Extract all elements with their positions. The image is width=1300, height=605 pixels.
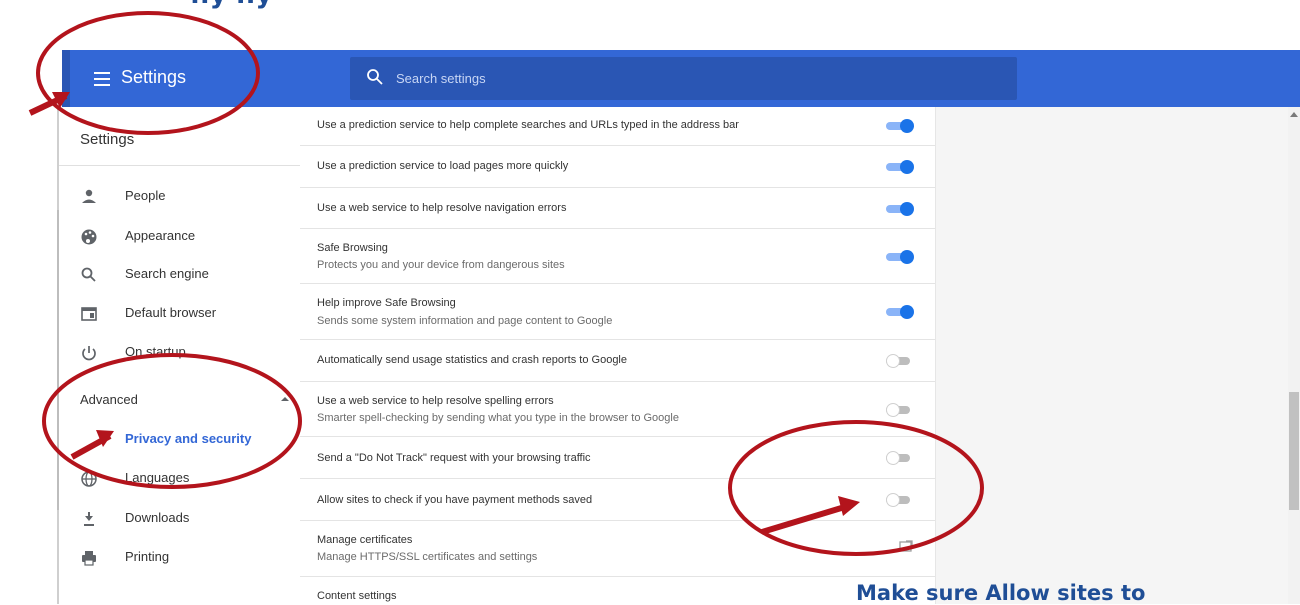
setting-row[interactable]: Use a web service to help resolve naviga… [300, 188, 935, 229]
toggle-switch[interactable] [886, 119, 914, 133]
setting-row[interactable]: Send a "Do Not Track" request with your … [300, 437, 935, 479]
setting-title: Send a "Do Not Track" request with your … [317, 452, 591, 464]
search-icon [367, 69, 383, 85]
toggle-switch[interactable] [886, 451, 914, 465]
setting-description: Smarter spell-checking by sending what y… [317, 412, 679, 424]
hamburger-menu-icon[interactable] [94, 72, 110, 86]
sidebar-left-border-shade [57, 210, 59, 510]
sidebar-item-label: On startup [125, 344, 186, 359]
sidebar-item-label: Languages [125, 470, 190, 485]
setting-description: Protects you and your device from danger… [317, 259, 565, 271]
setting-title: Use a prediction service to load pages m… [317, 160, 569, 172]
toggle-switch[interactable] [886, 202, 914, 216]
sidebar-item-people[interactable]: People [80, 185, 295, 209]
sidebar-item-on-startup[interactable]: On startup [80, 341, 295, 365]
annotation-note: Make sure Allow sites to [856, 581, 1146, 605]
search-icon [81, 267, 96, 282]
setting-title: Manage certificates [317, 534, 413, 546]
sidebar-item-label: Printing [125, 549, 170, 564]
sidebar-item-label: Downloads [125, 510, 190, 525]
sidebar-item-label: People [125, 188, 166, 203]
cropped-instruction-text: ..y ..y [190, 0, 272, 10]
sidebar-item-label: Search engine [125, 266, 209, 281]
toggle-switch[interactable] [886, 250, 914, 264]
sidebar-divider [59, 165, 300, 166]
setting-row[interactable]: Help improve Safe Browsing Sends some sy… [300, 284, 935, 340]
setting-title: Use a web service to help resolve spelli… [317, 395, 554, 407]
sidebar-item-search-engine[interactable]: Search engine [80, 263, 295, 287]
sidebar-title: Settings [80, 131, 135, 148]
setting-title: Use a prediction service to help complet… [317, 119, 739, 131]
setting-title: Help improve Safe Browsing [317, 297, 456, 309]
setting-title: Content settings [317, 590, 397, 602]
setting-title: Safe Browsing [317, 242, 388, 254]
toggle-switch[interactable] [886, 403, 914, 417]
download-icon [84, 512, 94, 526]
sidebar-item-printing[interactable]: Printing [80, 546, 295, 570]
scrollbar-thumb[interactable] [1289, 392, 1299, 510]
caret-up-icon[interactable] [281, 395, 289, 403]
setting-row[interactable]: Use a web service to help resolve spelli… [300, 382, 935, 437]
page-background [936, 107, 1288, 604]
setting-row[interactable]: Allow sites to check if you have payment… [300, 479, 935, 521]
browser-window-icon [81, 307, 97, 321]
setting-description: Manage HTTPS/SSL certificates and settin… [317, 551, 538, 563]
setting-description: Sends some system information and page c… [317, 315, 613, 327]
sidebar-item-label: Default browser [125, 305, 217, 320]
toggle-switch[interactable] [886, 305, 914, 319]
header-edge [62, 50, 70, 107]
scroll-up-arrow-icon[interactable] [1290, 111, 1298, 117]
sidebar-advanced-section[interactable]: Advanced [80, 392, 138, 407]
setting-row[interactable]: Use a prediction service to load pages m… [300, 146, 935, 188]
search-placeholder: Search settings [396, 71, 486, 86]
scrollbar-track[interactable] [1288, 107, 1300, 604]
palette-icon [81, 229, 97, 245]
sidebar-item-default-browser[interactable]: Default browser [80, 302, 295, 326]
setting-title: Allow sites to check if you have payment… [317, 494, 593, 506]
setting-row[interactable]: Automatically send usage statistics and … [300, 340, 935, 382]
person-icon [82, 189, 96, 203]
sidebar-item-downloads[interactable]: Downloads [80, 507, 295, 531]
header-title: Settings [121, 67, 187, 87]
toggle-switch[interactable] [886, 354, 914, 368]
setting-row[interactable]: Content settings [300, 577, 935, 604]
setting-row[interactable]: Use a prediction service to help complet… [300, 107, 935, 146]
sidebar-item-languages[interactable]: Languages [80, 467, 295, 491]
printer-icon [82, 551, 96, 566]
setting-row[interactable]: Manage certificates Manage HTTPS/SSL cer… [300, 521, 935, 577]
sidebar-item-label: Appearance [125, 228, 196, 243]
toggle-switch[interactable] [886, 160, 914, 174]
setting-title: Use a web service to help resolve naviga… [317, 202, 567, 214]
sidebar-item-appearance[interactable]: Appearance [80, 225, 295, 249]
globe-icon [81, 471, 97, 487]
setting-title: Automatically send usage statistics and … [317, 354, 627, 366]
setting-row[interactable]: Safe Browsing Protects you and your devi… [300, 229, 935, 284]
sidebar-item-privacy-and-security[interactable]: Privacy and security [125, 431, 251, 446]
toggle-switch[interactable] [886, 493, 914, 507]
power-icon [82, 346, 96, 361]
external-link-icon[interactable] [899, 540, 913, 552]
